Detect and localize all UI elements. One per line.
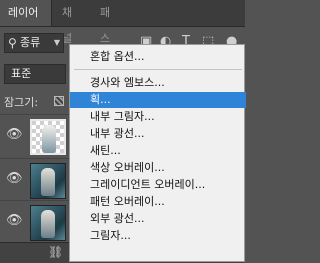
tab-paths[interactable]: 패스 xyxy=(92,0,128,45)
filter-kind-label: 종류 xyxy=(20,36,41,49)
menu-item-bevel-emboss[interactable]: 경사와 엠보스... xyxy=(70,75,246,91)
menu-item-satin[interactable]: 새틴... xyxy=(70,143,246,159)
search-icon: ⚲ xyxy=(8,36,17,50)
layer-thumbnail xyxy=(30,205,66,241)
filter-kind-dropdown[interactable]: ⚲ 종류 ▼ xyxy=(4,33,64,53)
layer-thumbnail xyxy=(30,163,66,199)
layer-thumbnail xyxy=(30,119,66,155)
menu-item-blending-options[interactable]: 혼합 옵션... xyxy=(70,49,246,65)
menu-item-drop-shadow[interactable]: 그림자... xyxy=(70,228,246,244)
panel-tab-bar: 레이어× 채널 패스 xyxy=(0,0,245,45)
tab-layers[interactable]: 레이어× xyxy=(0,0,52,45)
menu-item-gradient-overlay[interactable]: 그레이디언트 오버레이... xyxy=(70,177,246,193)
visibility-eye-icon[interactable]: 👁 xyxy=(6,171,23,186)
figure-image xyxy=(41,168,55,196)
menu-item-inner-shadow[interactable]: 내부 그림자... xyxy=(70,109,246,125)
layer-style-context-menu: 혼합 옵션... 경사와 엠보스... 획... 내부 그림자... 내부 광선… xyxy=(69,44,246,262)
figure-image xyxy=(41,210,55,238)
menu-item-inner-glow[interactable]: 내부 광선... xyxy=(70,126,246,142)
menu-separator xyxy=(74,69,242,70)
menu-item-outer-glow[interactable]: 외부 광선... xyxy=(70,211,246,227)
blend-mode-select[interactable]: 표준 xyxy=(4,64,66,84)
figure-image xyxy=(42,125,56,153)
visibility-eye-icon[interactable]: 👁 xyxy=(6,213,23,228)
lock-transparent-pixels-icon[interactable] xyxy=(54,96,64,106)
menu-item-pattern-overlay[interactable]: 패턴 오버레이... xyxy=(70,194,246,210)
lock-label: 잠그기: xyxy=(4,96,39,109)
menu-item-stroke[interactable]: 획... xyxy=(70,92,246,108)
chevron-down-icon: ▼ xyxy=(53,38,60,47)
tab-layers-label: 레이어 xyxy=(8,6,39,19)
tab-channels[interactable]: 채널 xyxy=(54,0,90,45)
menu-item-color-overlay[interactable]: 색상 오버레이... xyxy=(70,160,246,176)
link-layers-icon[interactable]: ⛓ xyxy=(48,245,63,259)
visibility-eye-icon[interactable]: 👁 xyxy=(6,127,23,142)
